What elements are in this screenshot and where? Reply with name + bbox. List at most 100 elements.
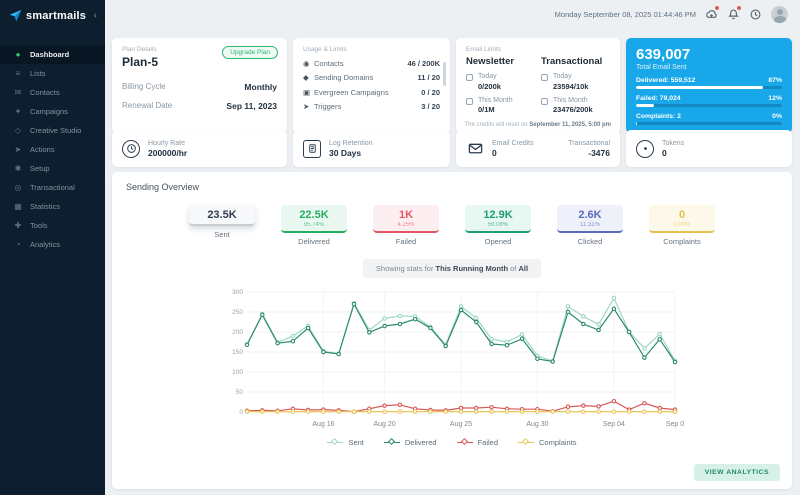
usage-scrollbar[interactable]	[443, 62, 446, 86]
actions-icon: ➤	[13, 145, 23, 154]
log-retention-card: Log Retention30 Days	[293, 130, 450, 167]
stats-chips-row: 23.5K Sent 22.5K95.74% Delivered 1K4.25%…	[112, 205, 792, 246]
svg-text:Aug 30: Aug 30	[526, 421, 548, 428]
history-clock-icon[interactable]	[749, 8, 762, 21]
sending-chart: 0 50 100 150 200 250 300 Aug 16 Aug 20 Aug 25 Aug …	[112, 286, 792, 436]
tokens-card: Tokens0	[626, 130, 792, 167]
svg-text:300: 300	[232, 289, 243, 296]
sidebar-item-setup[interactable]: ✱Setup	[0, 159, 105, 178]
transactional-column: Transactional Today 23594/10k This Month…	[541, 56, 610, 114]
complaints-progress-bar	[636, 122, 782, 126]
renewal-date-value: Sep 11, 2023	[226, 101, 277, 111]
triggers-icon: ➤	[303, 102, 314, 111]
stat-chip-failed: 1K4.25% Failed	[373, 205, 439, 246]
sending-domains-icon: ◆	[303, 73, 314, 82]
stat-chip-clicked: 2.6K11.31% Clicked	[557, 205, 623, 246]
svg-text:150: 150	[232, 349, 243, 356]
legend-item-failed[interactable]: Failed	[457, 438, 498, 447]
clock-icon	[122, 140, 140, 158]
mini-cards-row: Hourly Rate200000/hr Log Retention30 Day…	[112, 130, 792, 167]
upgrade-plan-button[interactable]: Upgrade Plan	[222, 46, 278, 59]
evergreen-campaigns-icon: ▣	[303, 88, 314, 97]
filter-scope-dropdown[interactable]: All	[518, 264, 528, 273]
view-analytics-button[interactable]: VIEW ANALYTICS	[694, 464, 780, 481]
email-credits-card: Email Credits0 Transactional-3476	[456, 130, 620, 167]
sidebar-menu: ●Dashboard ≡Lists ✉Contacts ✦Campaigns ◇…	[0, 45, 105, 254]
svg-text:Sep 0: Sep 0	[666, 421, 684, 428]
creative-studio-icon: ◇	[13, 126, 23, 135]
chart-legend: Sent Delivered Failed Complaints	[112, 438, 792, 447]
stat-chip-opened: 12.9K59.08% Opened	[465, 205, 531, 246]
credits-reset-note: The credits will reset on September 11, …	[465, 122, 611, 128]
renewal-date-label: Renewal Date	[122, 101, 172, 111]
transactional-month-icon	[541, 98, 548, 105]
paper-plane-icon	[9, 9, 22, 22]
hourly-rate-card: Hourly Rate200000/hr	[112, 130, 287, 167]
datetime-text: Monday September 08, 2025 01:44:46 PM	[555, 10, 696, 19]
usage-limits-card: Usage & Limits ◉ Contacts 46 / 200K ◆ Se…	[293, 38, 450, 133]
usage-limits-title: Usage & Limits	[303, 46, 440, 53]
user-avatar[interactable]	[771, 6, 788, 23]
total-email-sent-card: 639,007 Total Email Sent Delivered: 559,…	[626, 38, 792, 133]
statistics-icon: ▦	[13, 202, 23, 211]
svg-text:Sep 04: Sep 04	[603, 421, 625, 428]
email-limits-card: Email Limits Newsletter Today 0/200k Thi…	[456, 38, 620, 133]
sidebar-item-lists[interactable]: ≡Lists	[0, 64, 105, 83]
campaigns-icon: ✦	[13, 107, 23, 116]
summary-cards-row: Plan Details Plan-5 Upgrade Plan Billing…	[112, 38, 792, 124]
svg-text:100: 100	[232, 369, 243, 376]
sidebar-item-actions[interactable]: ➤Actions	[0, 140, 105, 159]
lists-icon: ≡	[13, 69, 23, 78]
newsletter-today-icon	[466, 74, 473, 81]
svg-text:200: 200	[232, 329, 243, 336]
delivered-progress-bar	[636, 86, 782, 90]
email-limits-title: Email Limits	[466, 46, 610, 53]
tools-icon: ✚	[13, 221, 23, 230]
billing-cycle-label: Billing Cycle	[122, 82, 166, 92]
svg-text:50: 50	[236, 389, 244, 396]
svg-text:0: 0	[239, 409, 243, 416]
token-icon	[636, 140, 654, 158]
contacts-usage-icon: ◉	[303, 59, 314, 68]
svg-text:250: 250	[232, 309, 243, 316]
legend-item-delivered[interactable]: Delivered	[384, 438, 437, 447]
sidebar-item-statistics[interactable]: ▦Statistics	[0, 197, 105, 216]
legend-item-complaints[interactable]: Complaints	[518, 438, 577, 447]
sidebar-item-dashboard[interactable]: ●Dashboard	[0, 45, 105, 64]
sidebar-item-campaigns[interactable]: ✦Campaigns	[0, 102, 105, 121]
stat-chip-sent: 23.5K Sent	[189, 205, 255, 246]
sidebar-item-analytics[interactable]: ◔Analytics	[0, 235, 105, 254]
total-sent-value: 639,007	[636, 46, 782, 63]
sidebar-collapse-chevron[interactable]: ‹	[94, 10, 99, 21]
stats-filter-bar: Showing stats for This Running Month of …	[363, 259, 541, 278]
setup-icon: ✱	[13, 164, 23, 173]
app-logo[interactable]: smartmails	[26, 10, 90, 22]
envelope-icon	[466, 140, 484, 158]
sending-overview-title: Sending Overview	[112, 182, 792, 192]
transactional-today-icon	[541, 74, 548, 81]
newsletter-month-icon	[466, 98, 473, 105]
sending-overview-card: Sending Overview 23.5K Sent 22.5K95.74% …	[112, 172, 792, 489]
newsletter-column: Newsletter Today 0/200k This Month 0/1M	[466, 56, 535, 114]
filter-period-dropdown[interactable]: This Running Month	[436, 264, 508, 273]
top-bar: Monday September 08, 2025 01:44:46 PM	[105, 0, 800, 28]
sidebar-item-contacts[interactable]: ✉Contacts	[0, 83, 105, 102]
analytics-icon: ◔	[13, 240, 23, 249]
svg-text:Aug 16: Aug 16	[312, 421, 334, 428]
sidebar-item-tools[interactable]: ✚Tools	[0, 216, 105, 235]
document-icon	[303, 140, 321, 158]
cloud-upload-icon[interactable]	[705, 8, 718, 21]
billing-cycle-value: Monthly	[244, 82, 277, 92]
svg-text:Aug 20: Aug 20	[373, 421, 395, 428]
transactional-icon: ◎	[13, 183, 23, 192]
sidebar-item-transactional[interactable]: ◎Transactional	[0, 178, 105, 197]
sidebar-item-creative-studio[interactable]: ◇Creative Studio	[0, 121, 105, 140]
failed-progress-bar	[636, 104, 782, 108]
dashboard-icon: ●	[13, 50, 23, 59]
notifications-bell-icon[interactable]	[727, 8, 740, 21]
stat-chip-delivered: 22.5K95.74% Delivered	[281, 205, 347, 246]
legend-item-sent[interactable]: Sent	[327, 438, 363, 447]
total-sent-label: Total Email Sent	[636, 64, 782, 71]
svg-text:Aug 25: Aug 25	[450, 421, 472, 428]
contacts-icon: ✉	[13, 88, 23, 97]
